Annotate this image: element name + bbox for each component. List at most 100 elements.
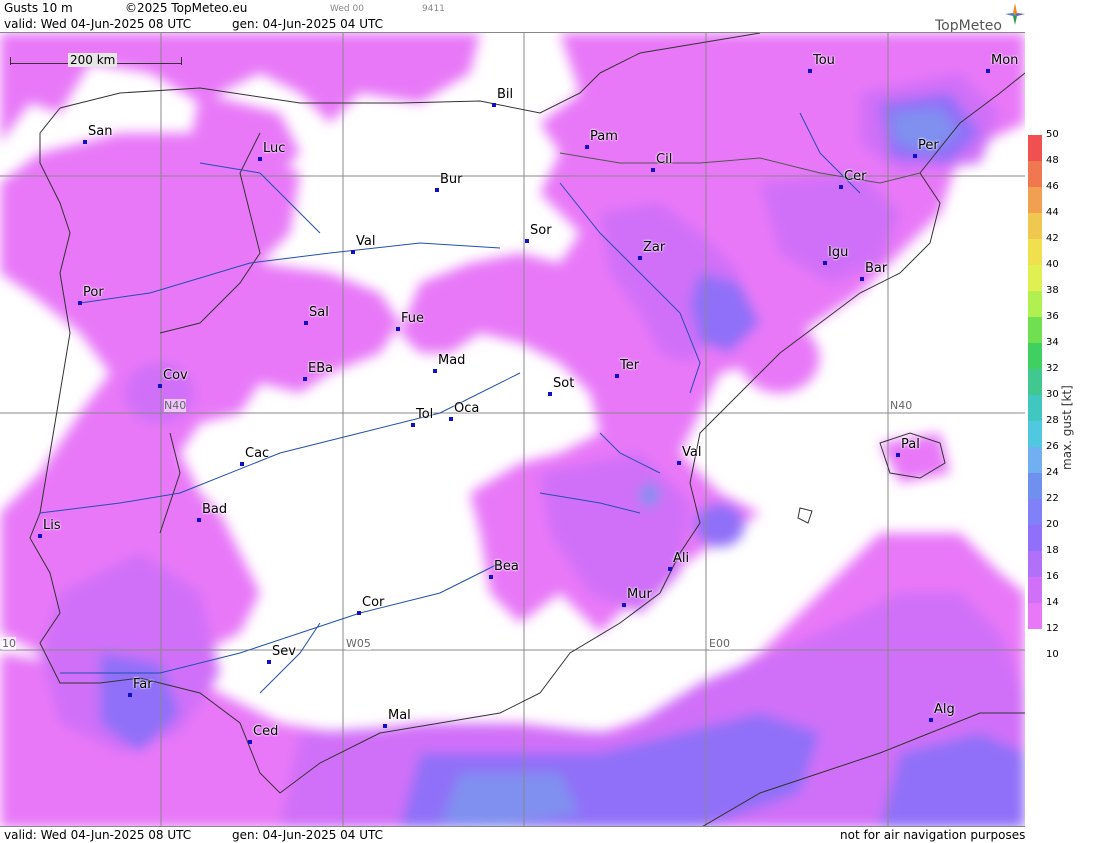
city-label-zar: Zar xyxy=(643,240,666,255)
legend-level-22: 22 xyxy=(1046,493,1059,504)
city-label-igu: Igu xyxy=(828,245,849,260)
legend-level-24: 24 xyxy=(1046,467,1059,478)
legend-level-50: 50 xyxy=(1046,129,1059,140)
city-label-sot: Sot xyxy=(553,376,575,391)
city-marker-igu xyxy=(823,261,827,265)
city-label-cov: Cov xyxy=(163,368,188,383)
city-label-fue: Fue xyxy=(401,311,425,326)
city-marker-bea xyxy=(489,575,493,579)
topmeteo-logo: TopMeteo xyxy=(925,3,1025,34)
city-marker-bar xyxy=(860,277,864,281)
city-marker-mad xyxy=(433,369,437,373)
city-marker-cov xyxy=(158,384,162,388)
legend-level-18: 18 xyxy=(1046,545,1059,556)
legend-level-14: 14 xyxy=(1046,597,1059,608)
city-label-bur: Bur xyxy=(440,172,463,187)
city-label-cer: Cer xyxy=(844,169,867,184)
city-label-cor: Cor xyxy=(362,595,385,610)
map-canvas xyxy=(0,33,1025,826)
legend-level-46: 46 xyxy=(1046,181,1059,192)
legend-swatch-42 xyxy=(1028,239,1042,265)
legend-swatch-48 xyxy=(1028,161,1042,187)
city-label-bil: Bil xyxy=(497,87,514,102)
city-label-alg: Alg xyxy=(934,702,955,717)
city-marker-san xyxy=(83,140,87,144)
grid-label-n40-right: N40 xyxy=(890,399,913,412)
legend-level-42: 42 xyxy=(1046,233,1059,244)
copyright: ©2025 TopMeteo.eu xyxy=(125,1,248,15)
legend-swatch-24 xyxy=(1028,473,1042,499)
city-marker-bad xyxy=(197,518,201,522)
legend-level-30: 30 xyxy=(1046,389,1059,400)
city-label-mal: Mal xyxy=(388,708,411,723)
city-marker-sor xyxy=(525,239,529,243)
run-code: 9411 xyxy=(422,4,445,14)
city-marker-cor xyxy=(357,611,361,615)
city-marker-fue xyxy=(396,327,400,331)
city-marker-eba xyxy=(303,377,307,381)
city-marker-cac xyxy=(240,462,244,466)
city-label-oca: Oca xyxy=(454,401,480,416)
grid-label-w05: W05 xyxy=(346,637,371,650)
city-marker-por xyxy=(78,301,82,305)
city-marker-bil xyxy=(492,103,496,107)
legend-swatch-38 xyxy=(1028,291,1042,317)
city-label-tol: Tol xyxy=(416,407,434,422)
scale-bar: 200 km xyxy=(10,53,182,69)
city-label-tou: Tou xyxy=(813,53,835,68)
city-marker-sal xyxy=(304,321,308,325)
legend-level-44: 44 xyxy=(1046,207,1059,218)
city-label-mon: Mon xyxy=(991,53,1019,68)
gust-map[interactable]: 200 km N40 N40 W05 E00 10 Tou Mon Bil Pam Sa… xyxy=(0,32,1025,827)
city-marker-far xyxy=(128,693,132,697)
legend-level-36: 36 xyxy=(1046,311,1059,322)
city-label-san: San xyxy=(88,124,113,139)
legend-swatch-16 xyxy=(1028,577,1042,603)
city-marker-sot xyxy=(548,392,552,396)
legend-level-10: 10 xyxy=(1046,649,1059,660)
city-label-mad: Mad xyxy=(438,353,466,368)
city-label-mur: Mur xyxy=(627,587,652,602)
city-marker-oca xyxy=(449,417,453,421)
city-label-per: Per xyxy=(918,138,939,153)
city-label-eba: EBa xyxy=(308,361,334,376)
city-label-sev: Sev xyxy=(272,644,296,659)
legend-swatch-18 xyxy=(1028,551,1042,577)
legend-swatch-28 xyxy=(1028,421,1042,447)
footer-generated: gen: 04-Jun-2025 04 UTC xyxy=(232,828,384,842)
legend-swatch-22 xyxy=(1028,499,1042,525)
city-label-sal: Sal xyxy=(309,305,329,320)
city-label-far: Far xyxy=(133,677,153,692)
grid-label-n40-left: N40 xyxy=(164,399,187,412)
city-marker-mon xyxy=(986,69,990,73)
scale-label: 200 km xyxy=(68,53,118,67)
city-label-ced: Ced xyxy=(253,724,279,739)
city-label-luc: Luc xyxy=(263,141,286,156)
grid-label-e00: E00 xyxy=(709,637,730,650)
run-small: Wed 00 xyxy=(330,4,364,14)
legend-swatch-30 xyxy=(1028,395,1042,421)
city-label-lis: Lis xyxy=(43,518,61,533)
grid-label-w10: 10 xyxy=(2,637,16,650)
city-label-val1: Val xyxy=(356,234,376,249)
footer-row: valid: Wed 04-Jun-2025 08 UTC gen: 04-Ju… xyxy=(0,827,1025,843)
city-marker-mal xyxy=(383,724,387,728)
city-label-bad: Bad xyxy=(202,502,228,517)
city-marker-tou xyxy=(808,69,812,73)
legend-title: max. gust [kt] xyxy=(1060,385,1074,470)
generated-time: gen: 04-Jun-2025 04 UTC xyxy=(232,17,384,31)
city-marker-pam xyxy=(585,145,589,149)
legend-level-32: 32 xyxy=(1046,363,1059,374)
city-label-sor: Sor xyxy=(530,223,552,238)
legend-level-48: 48 xyxy=(1046,155,1059,166)
city-label-val2: Val xyxy=(682,445,702,460)
legend-level-12: 12 xyxy=(1046,623,1059,634)
city-marker-pal xyxy=(896,453,900,457)
legend-swatch-20 xyxy=(1028,525,1042,551)
city-label-bar: Bar xyxy=(865,261,888,276)
city-label-ali: Ali xyxy=(673,551,690,566)
compass-icon xyxy=(1005,3,1025,25)
legend-swatch-12 xyxy=(1028,629,1042,655)
city-marker-tol xyxy=(411,423,415,427)
city-marker-cer xyxy=(839,185,843,189)
